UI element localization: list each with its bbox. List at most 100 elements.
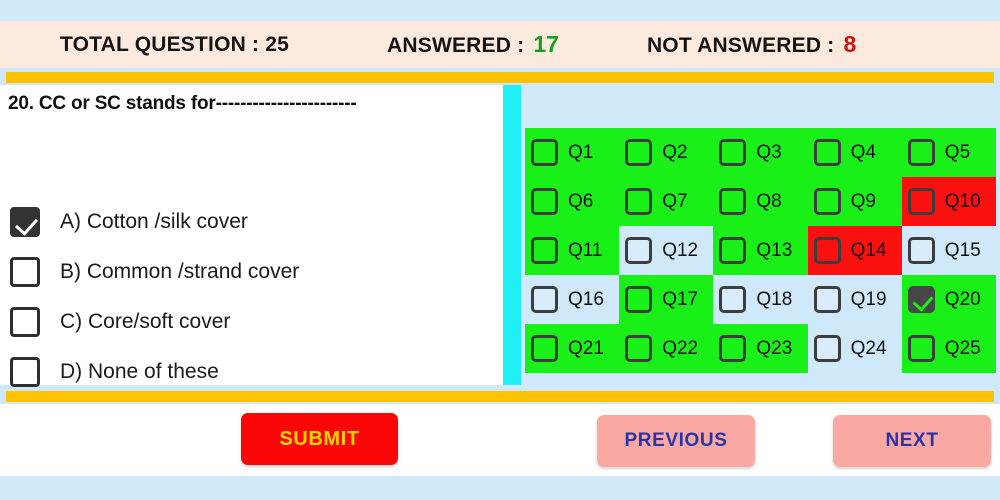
palette-cell-q14[interactable]: Q14 [807,226,902,275]
option-row-b[interactable]: B) Common /strand cover [10,247,490,297]
checkbox-icon-q9[interactable] [813,188,841,215]
palette-cell-q12[interactable]: Q12 [619,226,714,275]
palette-cell-q19[interactable]: Q19 [807,275,902,324]
quiz-app: TOTAL QUESTION : 25 ANSWERED : 17 NOT AN… [0,0,1000,500]
submit-button[interactable]: SUBMIT [241,413,398,465]
divider-top [6,72,994,83]
options-list: A) Cotton /silk cover B) Common /strand … [10,197,490,397]
option-label-c: C) Core/soft cover [60,310,231,333]
palette-cell-q9[interactable]: Q9 [807,177,902,226]
checkbox-icon-q12[interactable] [625,237,653,264]
palette-cell-q21[interactable]: Q21 [525,324,620,373]
question-palette-grid: Q1 Q2 Q3 Q4 Q5 Q6 Q7 Q8 Q9 Q10 Q11 Q12 Q13 Q14 Q15 Q16 Q… [525,128,996,373]
palette-cell-q5[interactable]: Q5 [901,128,996,177]
palette-cell-label: Q25 [944,337,981,359]
checkbox-icon-q25[interactable] [907,335,935,362]
checkbox-icon-q22[interactable] [625,335,653,362]
checkbox-icon-q24[interactable] [813,335,841,362]
checkbox-icon-q3[interactable] [719,139,747,166]
question-text: 20. CC or SC stands for-----------------… [8,93,357,114]
checkbox-icon-q20[interactable] [907,286,935,313]
palette-cell-label: Q21 [568,337,604,359]
palette-cell-label: Q18 [756,288,793,310]
palette-cell-label: Q2 [662,141,688,163]
palette-cell-q18[interactable]: Q18 [713,275,808,324]
checkbox-icon-q11[interactable] [531,237,558,264]
option-label-a: A) Cotton /silk cover [60,210,248,233]
checkbox-icon-c[interactable] [10,307,40,337]
palette-cell-q16[interactable]: Q16 [525,275,620,324]
palette-cell-q10[interactable]: Q10 [901,177,996,226]
palette-cell-label: Q8 [756,190,782,212]
checkbox-icon-q18[interactable] [719,286,747,313]
checkbox-icon-b[interactable] [10,257,40,287]
main-content: 20. CC or SC stands for-----------------… [0,85,1000,387]
checkbox-icon-q6[interactable] [531,188,558,215]
checkbox-icon-q10[interactable] [907,188,935,215]
answered-label: ANSWERED : [387,34,525,57]
palette-cell-q2[interactable]: Q2 [619,128,714,177]
checkbox-icon-q1[interactable] [531,139,558,166]
palette-cell-label: Q10 [944,190,981,212]
palette-cell-q25[interactable]: Q25 [901,324,996,373]
palette-cell-q8[interactable]: Q8 [713,177,808,226]
palette-cell-q3[interactable]: Q3 [713,128,808,177]
palette-cell-q15[interactable]: Q15 [901,226,996,275]
palette-cell-q11[interactable]: Q11 [525,226,620,275]
option-row-a[interactable]: A) Cotton /silk cover [10,197,490,247]
checkbox-icon-d[interactable] [10,357,40,387]
checkbox-icon-q15[interactable] [907,237,935,264]
next-button[interactable]: NEXT [833,415,991,467]
total-question-label: TOTAL QUESTION : 25 [60,32,289,56]
palette-cell-label: Q7 [662,190,688,212]
palette-cell-label: Q5 [944,141,971,163]
previous-button[interactable]: PREVIOUS [597,415,755,467]
palette-cell-label: Q17 [662,288,699,310]
checkbox-icon-q4[interactable] [813,139,841,166]
question-panel: 20. CC or SC stands for-----------------… [0,85,503,387]
palette-cell-q22[interactable]: Q22 [619,324,714,373]
divider-bottom [6,391,994,402]
answered-stat: ANSWERED : 17 [387,31,559,58]
option-label-d: D) None of these [60,360,219,383]
answered-count: 17 [533,31,559,57]
checkbox-icon-q21[interactable] [531,335,558,362]
palette-cell-label: Q15 [944,239,981,261]
checkbox-icon-q8[interactable] [719,188,747,215]
checkbox-icon-q13[interactable] [719,237,747,264]
checkbox-icon-q7[interactable] [625,188,653,215]
palette-cell-label: Q6 [568,190,594,212]
palette-cell-q6[interactable]: Q6 [525,177,620,226]
palette-cell-q17[interactable]: Q17 [619,275,714,324]
checkbox-icon-a[interactable] [10,207,40,237]
checkbox-icon-q17[interactable] [625,286,653,313]
question-palette-panel: Q1 Q2 Q3 Q4 Q5 Q6 Q7 Q8 Q9 Q10 Q11 Q12 Q13 Q14 Q15 Q16 Q… [521,85,1000,385]
not-answered-label: NOT ANSWERED : [646,34,835,57]
palette-cell-q24[interactable]: Q24 [807,324,902,373]
checkbox-icon-q16[interactable] [531,286,558,313]
palette-cell-q7[interactable]: Q7 [619,177,714,226]
palette-cell-label: Q22 [662,337,699,359]
checkbox-icon-q19[interactable] [813,286,841,313]
checkbox-icon-q5[interactable] [907,139,935,166]
panel-separator [503,85,521,385]
not-answered-count: 8 [843,31,857,57]
palette-cell-label: Q14 [850,239,887,261]
palette-cell-q20[interactable]: Q20 [901,275,996,324]
palette-cell-q4[interactable]: Q4 [807,128,902,177]
palette-cell-label: Q11 [568,239,603,261]
palette-cell-q23[interactable]: Q23 [713,324,808,373]
palette-cell-label: Q24 [850,337,887,359]
option-row-c[interactable]: C) Core/soft cover [10,297,490,347]
palette-cell-label: Q23 [756,337,793,359]
palette-cell-label: Q3 [756,141,782,163]
palette-cell-q1[interactable]: Q1 [525,128,620,177]
palette-cell-label: Q19 [850,288,887,310]
checkbox-icon-q2[interactable] [625,139,653,166]
palette-cell-q13[interactable]: Q13 [713,226,808,275]
option-label-b: B) Common /strand cover [60,260,300,283]
checkbox-icon-q23[interactable] [719,335,747,362]
option-row-d[interactable]: D) None of these [10,347,490,397]
palette-cell-label: Q12 [662,239,699,261]
checkbox-icon-q14[interactable] [813,237,841,264]
